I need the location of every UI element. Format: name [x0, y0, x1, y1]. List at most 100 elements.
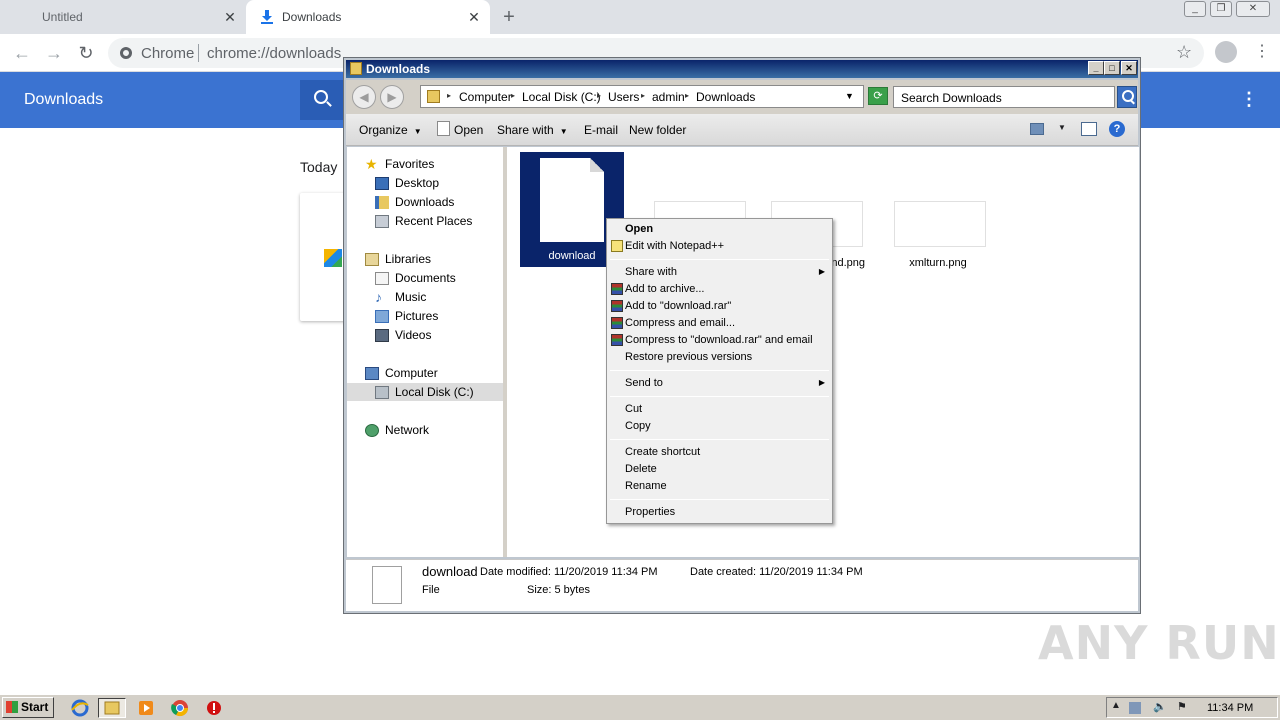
start-button[interactable]: Start [2, 697, 54, 718]
minimize-button[interactable]: _ [1088, 61, 1104, 75]
search-icon [314, 90, 328, 104]
nav-item-videos[interactable]: Videos [375, 326, 431, 344]
chrome-menu-icon[interactable]: ⋮ [1254, 41, 1270, 61]
chrome-tab-strip: Untitled ✕ Downloads ✕ + _ ❐ ✕ [0, 0, 1280, 34]
close-button[interactable]: ✕ [1121, 61, 1137, 75]
system-tray: ▲ 🔈 ⚑ 11:34 PM [1106, 697, 1278, 718]
new-tab-button[interactable]: + [498, 6, 520, 28]
breadcrumb-downloads[interactable]: Downloads [696, 90, 755, 104]
menu-item-compress-rar-email[interactable]: Compress to "download.rar" and email [625, 334, 813, 346]
chevron-right-icon[interactable]: ▸ [685, 91, 689, 100]
network-tray-icon[interactable] [1129, 702, 1141, 714]
back-icon[interactable]: ◀ [352, 85, 376, 109]
tab-untitled[interactable]: Untitled ✕ [0, 0, 246, 34]
close-window-button[interactable]: ✕ [1236, 1, 1270, 17]
nav-item-libraries[interactable]: Libraries [365, 250, 431, 268]
close-icon[interactable]: ✕ [466, 9, 482, 25]
nav-label: Local Disk (C:) [395, 385, 474, 399]
documents-icon [375, 271, 389, 285]
menu-item-edit-notepad[interactable]: Edit with Notepad++ [625, 240, 724, 252]
forward-icon[interactable]: → [42, 41, 66, 65]
menu-item-add-to-rar[interactable]: Add to "download.rar" [625, 300, 731, 312]
refresh-icon[interactable]: ⟳ [868, 87, 888, 105]
maximize-button[interactable]: □ [1104, 61, 1120, 75]
new-folder-button[interactable]: New folder [629, 123, 686, 137]
chevron-down-icon[interactable]: ▼ [845, 91, 854, 101]
more-options-icon[interactable]: ⋮ [1240, 89, 1258, 110]
chevron-right-icon[interactable]: ▸ [511, 91, 515, 100]
menu-item-open[interactable]: Open [625, 223, 653, 235]
breadcrumb-users[interactable]: Users [608, 90, 639, 104]
details-date-created: Date created: 11/20/2019 11:34 PM [690, 566, 863, 578]
forward-icon[interactable]: ▶ [380, 85, 404, 109]
chevron-right-icon[interactable]: ▸ [641, 91, 645, 100]
menu-item-properties[interactable]: Properties [625, 506, 675, 518]
organize-label: Organize [359, 123, 408, 137]
menu-item-cut[interactable]: Cut [625, 403, 642, 415]
menu-item-restore-versions[interactable]: Restore previous versions [625, 351, 752, 363]
nav-item-favorites[interactable]: ★ Favorites [365, 155, 434, 173]
chevron-up-icon[interactable]: ▲ [1111, 700, 1123, 712]
chevron-right-icon[interactable]: ▸ [597, 91, 601, 100]
reload-icon[interactable]: ↻ [74, 41, 98, 65]
chrome-icon [120, 47, 132, 59]
close-icon[interactable]: ✕ [222, 9, 238, 25]
maximize-button[interactable]: ❐ [1210, 1, 1232, 17]
nav-item-desktop[interactable]: Desktop [375, 174, 439, 192]
breadcrumb-local-disk[interactable]: Local Disk (C:) [522, 90, 601, 104]
command-bar: Organize ▼ Open Share with ▼ E-mail New fo… [346, 114, 1138, 146]
email-button[interactable]: E-mail [584, 123, 618, 137]
nav-item-pictures[interactable]: Pictures [375, 307, 438, 325]
nav-item-local-disk[interactable]: Local Disk (C:) [347, 383, 503, 401]
search-icon[interactable] [1117, 86, 1137, 108]
explorer-taskbar-icon[interactable] [98, 698, 126, 718]
chevron-right-icon[interactable]: ▸ [447, 91, 451, 100]
nav-item-music[interactable]: ♪ Music [375, 288, 426, 306]
menu-separator [610, 499, 829, 500]
tab-downloads[interactable]: Downloads ✕ [246, 0, 490, 34]
file-item[interactable]: xmlturn.png [892, 257, 984, 269]
search-input[interactable]: Search Downloads [893, 86, 1115, 108]
breadcrumb-admin[interactable]: admin [652, 90, 685, 104]
downloads-folder-icon [375, 195, 389, 209]
nav-item-recent-places[interactable]: Recent Places [375, 212, 472, 230]
nav-item-documents[interactable]: Documents [375, 269, 456, 287]
window-title: Downloads [366, 62, 431, 76]
view-icon[interactable] [1030, 123, 1044, 135]
volume-icon[interactable]: 🔈 [1153, 700, 1167, 713]
stop-icon[interactable] [200, 698, 228, 718]
menu-item-send-to[interactable]: Send to [625, 377, 663, 389]
menu-item-add-to-archive[interactable]: Add to archive... [625, 283, 705, 295]
anyrun-watermark: ANY RUN [1038, 616, 1280, 670]
bookmark-star-icon[interactable]: ☆ [1176, 42, 1192, 63]
window-titlebar[interactable]: Downloads _ □ ✕ [346, 60, 1138, 78]
minimize-button[interactable]: _ [1184, 1, 1206, 17]
menu-item-copy[interactable]: Copy [625, 420, 651, 432]
nav-item-network[interactable]: Network [365, 421, 429, 439]
menu-item-create-shortcut[interactable]: Create shortcut [625, 446, 700, 458]
nav-item-computer[interactable]: Computer [365, 364, 438, 382]
help-icon[interactable]: ? [1109, 121, 1125, 137]
nav-item-downloads[interactable]: Downloads [375, 193, 454, 211]
chevron-right-icon: ▶ [818, 267, 825, 276]
flag-icon[interactable]: ⚑ [1177, 700, 1189, 713]
menu-item-delete[interactable]: Delete [625, 463, 657, 475]
menu-item-rename[interactable]: Rename [625, 480, 667, 492]
address-bar[interactable]: ▸ Computer ▸ Local Disk (C:) ▸ Users ▸ a… [420, 85, 864, 108]
menu-item-share-with[interactable]: Share with [625, 266, 677, 278]
organize-button[interactable]: Organize ▼ [359, 123, 422, 137]
open-button[interactable]: Open [454, 123, 483, 137]
back-icon[interactable]: ← [10, 41, 34, 65]
chrome-taskbar-icon[interactable] [166, 698, 194, 718]
preview-pane-icon[interactable] [1081, 122, 1097, 136]
search-button[interactable] [300, 80, 344, 120]
notepad-plus-plus-icon [611, 240, 623, 252]
internet-explorer-icon[interactable] [66, 698, 94, 718]
share-with-button[interactable]: Share with ▼ [497, 123, 568, 137]
media-player-icon[interactable] [132, 698, 160, 718]
profile-avatar-icon[interactable] [1215, 41, 1237, 63]
breadcrumb-computer[interactable]: Computer [459, 90, 512, 104]
chevron-down-icon[interactable]: ▼ [1058, 123, 1066, 132]
folder-icon [350, 62, 362, 75]
menu-item-compress-email[interactable]: Compress and email... [625, 317, 735, 329]
